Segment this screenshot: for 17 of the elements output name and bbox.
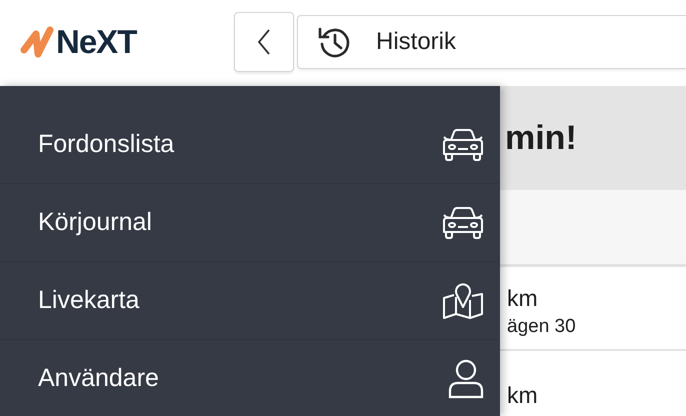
greeting-heading: min! [505, 118, 577, 158]
car-icon [442, 206, 484, 238]
map-pin-icon [442, 282, 484, 318]
menu-item[interactable]: Körjournal [0, 184, 500, 262]
menu-item[interactable]: Fordonslista [0, 106, 500, 184]
history-field[interactable]: Historik [297, 15, 686, 69]
logo-text: NeXT [56, 23, 136, 61]
address-text: ägen 30 [507, 316, 577, 338]
menu-item[interactable]: Användare [0, 340, 500, 416]
chevron-left-icon [257, 28, 272, 56]
history-icon [317, 25, 351, 59]
back-button[interactable] [234, 12, 294, 72]
distance-text: km [507, 284, 539, 312]
user-icon [448, 358, 484, 398]
car-icon [442, 128, 484, 160]
menu-item[interactable]: Livekarta [0, 262, 500, 340]
distance-text: km [507, 382, 539, 408]
